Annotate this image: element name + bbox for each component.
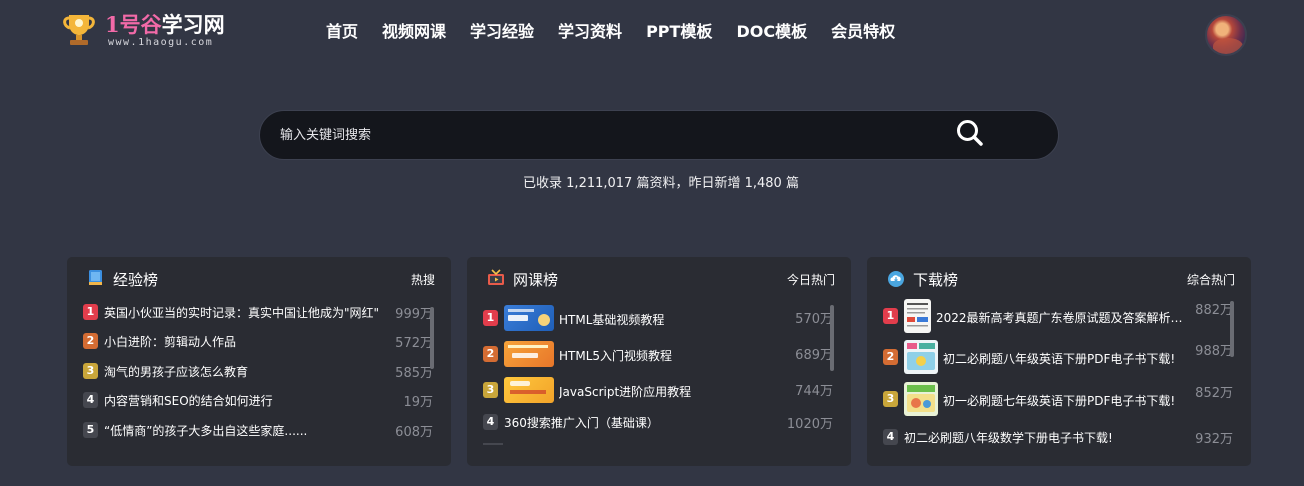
course-thumbnail[interactable] <box>504 341 554 367</box>
list-item[interactable]: 2 初二必刷题八年级英语下册PDF电子书下载! 988万 <box>883 340 1233 374</box>
list-item[interactable]: 2 HTML5入门视频教程 689万 <box>483 339 833 369</box>
item-title[interactable]: JavaScript进阶应用教程 <box>559 383 759 400</box>
rank-badge: 4 <box>483 414 498 430</box>
item-title[interactable]: 初二必刷题八年级数学下册电子书下载! <box>904 429 1154 446</box>
panel-tag-overall-hot[interactable]: 综合热门 <box>1187 271 1235 288</box>
main-nav: 首页 视频网课 学习经验 学习资料 PPT模板 DOC模板 会员特权 <box>314 18 907 42</box>
nav-vip-privileges[interactable]: 会员特权 <box>831 18 895 42</box>
trophy-icon <box>63 15 95 45</box>
search-icon[interactable] <box>955 118 985 148</box>
course-thumbnail[interactable] <box>504 305 554 331</box>
nav-home[interactable]: 首页 <box>326 18 358 42</box>
list-item[interactable]: 3 淘气的男孩子应该怎么教育 585万 <box>83 360 433 382</box>
nav-ppt-templates[interactable]: PPT模板 <box>646 18 712 42</box>
view-count: 882万 <box>1195 303 1233 318</box>
nav-study-experience[interactable]: 学习经验 <box>470 18 534 42</box>
list-item[interactable]: 1 HTML基础视频教程 570万 <box>483 303 833 333</box>
course-ranking-panel: 网课榜 今日热门 1 HTML基础视频教程 570万 2 HTML5入门视频教程… <box>467 257 851 466</box>
cloud-download-icon <box>888 271 904 287</box>
rank-badge: 3 <box>883 391 898 407</box>
collection-stats: 已收录 1,211,017 篇资料，昨日新增 1,480 篇 <box>523 176 799 191</box>
list-divider <box>483 443 503 445</box>
rank-badge: 1 <box>883 308 898 324</box>
list-item[interactable]: 1 2022最新高考真题广东卷原试题及答案解析（... 882万 <box>883 299 1233 333</box>
rank-badge: 3 <box>83 363 98 379</box>
item-title[interactable]: 初一必刷题七年级英语下册PDF电子书下载! <box>943 392 1193 409</box>
list-item[interactable]: 5 “低情商”的孩子大多出自这些家庭...... 608万 <box>83 419 433 441</box>
panel-header: 经验榜 热搜 <box>67 257 451 301</box>
panel-header: 网课榜 今日热门 <box>467 257 851 301</box>
list-item[interactable]: 3 JavaScript进阶应用教程 744万 <box>483 375 833 405</box>
item-title[interactable]: 淘气的男孩子应该怎么教育 <box>104 363 386 380</box>
view-count: 570万 <box>795 312 833 327</box>
item-title[interactable]: 360搜索推广入门（基础课） <box>504 414 744 431</box>
list-scrollbar[interactable] <box>1230 301 1234 357</box>
view-count: 608万 <box>395 425 433 440</box>
download-ranking-panel: 下载榜 综合热门 1 2022最新高考真题广东卷原试题及答案解析（... 882… <box>867 257 1251 466</box>
item-title[interactable]: HTML基础视频教程 <box>559 311 759 328</box>
panel-tag-hot-search[interactable]: 热搜 <box>411 271 435 288</box>
item-title[interactable]: 小白进阶：剪辑动人作品 <box>104 333 386 350</box>
list-scrollbar[interactable] <box>830 305 834 371</box>
view-count: 932万 <box>1195 432 1233 447</box>
view-count: 852万 <box>1195 386 1233 401</box>
user-avatar[interactable] <box>1205 14 1247 56</box>
rank-badge: 1 <box>483 310 498 326</box>
item-title[interactable]: HTML5入门视频教程 <box>559 347 759 364</box>
item-title[interactable]: “低情商”的孩子大多出自这些家庭...... <box>104 422 386 439</box>
item-title[interactable]: 2022最新高考真题广东卷原试题及答案解析（... <box>936 309 1192 326</box>
nav-video-courses[interactable]: 视频网课 <box>382 18 446 42</box>
document-thumbnail[interactable] <box>904 299 931 333</box>
document-thumbnail[interactable] <box>904 340 938 374</box>
panel-title: 经验榜 <box>113 271 159 289</box>
list-item[interactable]: 2 小白进阶：剪辑动人作品 572万 <box>83 330 433 352</box>
view-count: 988万 <box>1195 344 1233 359</box>
view-count: 689万 <box>795 348 833 363</box>
search-bar <box>259 110 1059 160</box>
view-count: 19万 <box>403 395 433 410</box>
book-icon <box>89 270 102 285</box>
rank-badge: 2 <box>83 333 98 349</box>
rank-badge: 4 <box>83 392 98 408</box>
item-title[interactable]: 初二必刷题八年级英语下册PDF电子书下载! <box>943 350 1193 367</box>
panel-header: 下载榜 综合热门 <box>867 257 1251 301</box>
list-item[interactable]: 4 内容营销和SEO的结合如何进行 19万 <box>83 389 433 411</box>
rank-badge: 2 <box>883 349 898 365</box>
panel-title: 下载榜 <box>913 271 959 289</box>
list-item[interactable]: 4 初二必刷题八年级数学下册电子书下载! 932万 <box>883 426 1233 448</box>
rank-badge: 2 <box>483 346 498 362</box>
search-input[interactable] <box>280 111 980 159</box>
course-thumbnail[interactable] <box>504 377 554 403</box>
item-title[interactable]: 内容营销和SEO的结合如何进行 <box>104 392 386 409</box>
rank-badge: 5 <box>83 422 98 438</box>
rank-badge: 3 <box>483 382 498 398</box>
rank-badge: 4 <box>883 429 898 445</box>
view-count: 1020万 <box>786 417 833 432</box>
view-count: 585万 <box>395 366 433 381</box>
site-logo[interactable]: 1号谷学习网 www.1haogu.com <box>60 8 250 52</box>
view-count: 999万 <box>395 307 433 322</box>
view-count: 572万 <box>395 336 433 351</box>
top-header: 1号谷学习网 www.1haogu.com 首页 视频网课 学习经验 学习资料 … <box>0 0 1304 62</box>
rank-badge: 1 <box>83 304 98 320</box>
nav-doc-templates[interactable]: DOC模板 <box>736 18 807 42</box>
panel-tag-today-hot[interactable]: 今日热门 <box>787 271 835 288</box>
list-item[interactable]: 4 360搜索推广入门（基础课） 1020万 <box>483 411 833 433</box>
panel-title: 网课榜 <box>513 271 559 289</box>
view-count: 744万 <box>795 384 833 399</box>
list-item[interactable]: 1 英国小伙亚当的实时记录：真实中国让他成为"网红" 999万 <box>83 301 433 323</box>
item-title[interactable]: 英国小伙亚当的实时记录：真实中国让他成为"网红" <box>104 304 386 321</box>
video-icon <box>488 269 504 285</box>
list-item[interactable]: 3 初一必刷题七年级英语下册PDF电子书下载! 852万 <box>883 382 1233 416</box>
experience-ranking-panel: 经验榜 热搜 1 英国小伙亚当的实时记录：真实中国让他成为"网红" 999万 2… <box>67 257 451 466</box>
logo-title: 1号谷学习网 <box>105 12 225 37</box>
document-thumbnail[interactable] <box>904 382 938 416</box>
logo-url: www.1haogu.com <box>108 37 214 48</box>
list-scrollbar[interactable] <box>430 307 434 369</box>
nav-study-materials[interactable]: 学习资料 <box>558 18 622 42</box>
